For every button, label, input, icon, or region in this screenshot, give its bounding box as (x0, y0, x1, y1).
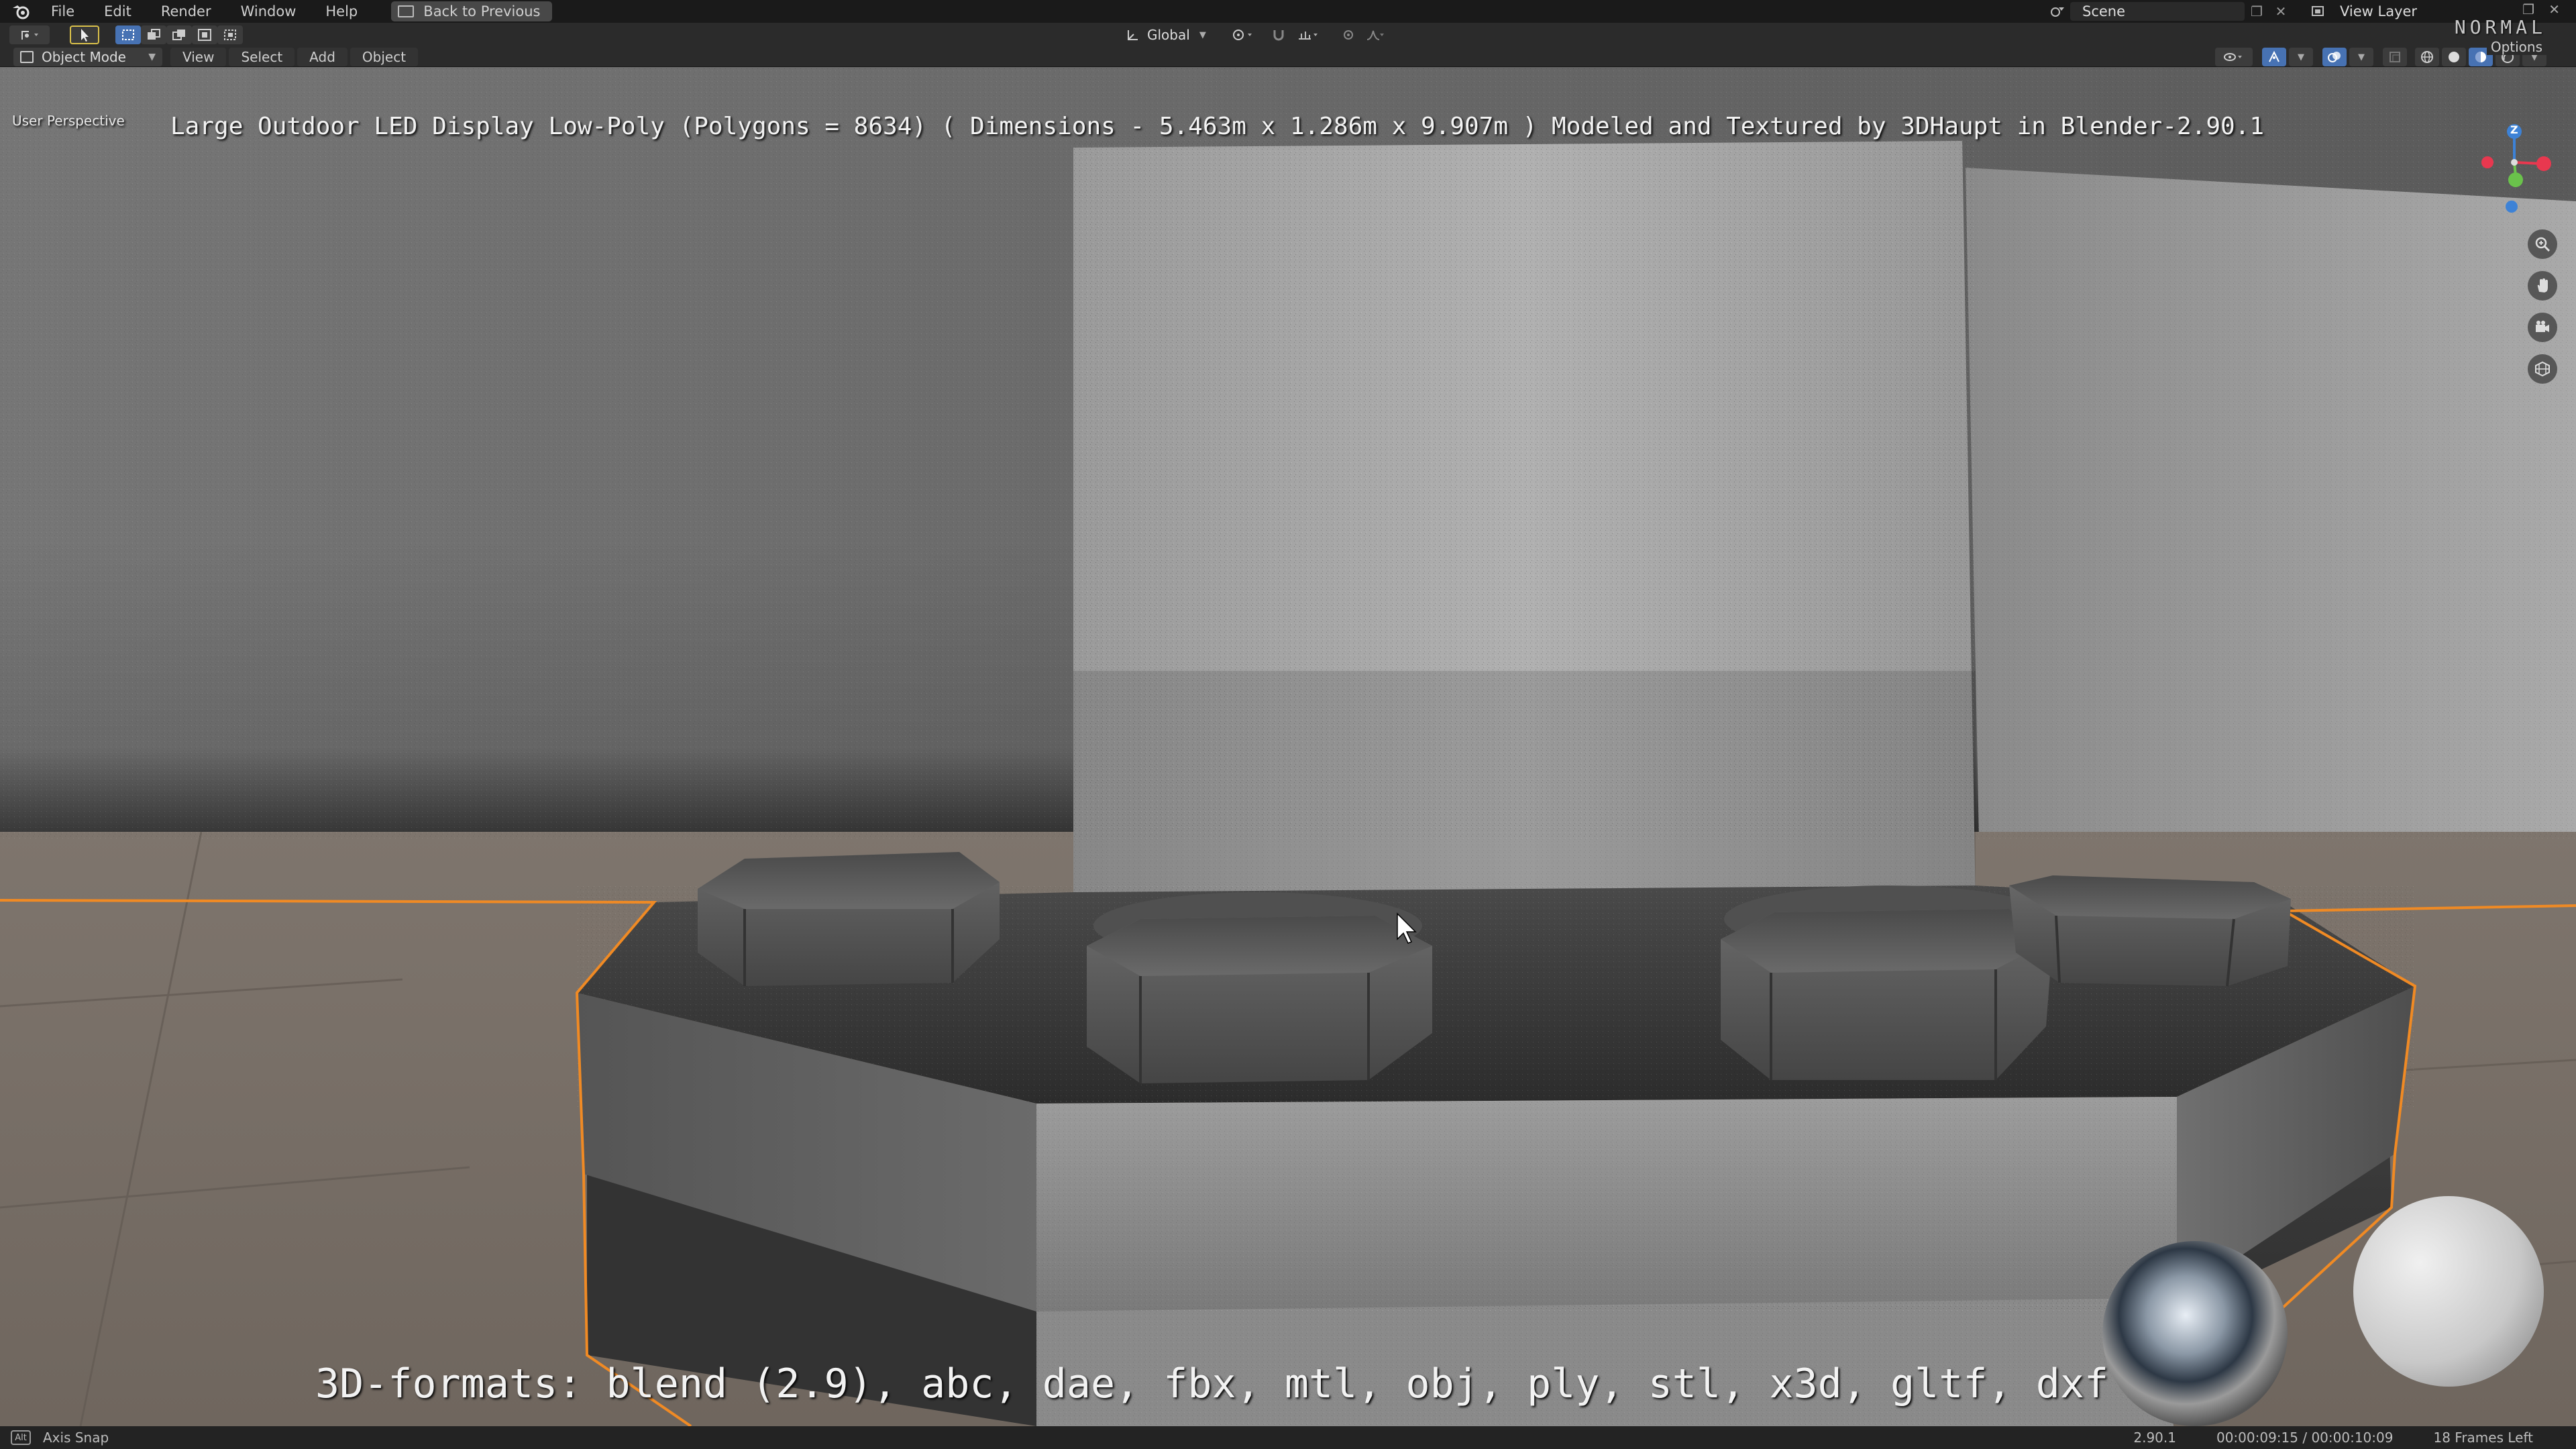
view-layer-browse-icon[interactable] (2306, 2, 2330, 21)
visibility-icon[interactable] (2215, 48, 2253, 66)
menu-view[interactable]: View (170, 48, 227, 66)
menu-file[interactable]: File (36, 0, 89, 23)
transform-controls: Global ▼ (1120, 25, 1390, 44)
editor-type-icon[interactable] (9, 25, 50, 44)
select-extend-icon[interactable] (141, 25, 166, 44)
snap-toggle-icon[interactable] (1267, 25, 1291, 44)
options-button[interactable]: Options (2486, 39, 2546, 55)
scene-selector-area: Scene ❐ ✕ View Layer (2046, 0, 2491, 23)
back-to-previous-label: Back to Previous (423, 3, 541, 19)
model-title-overlay: Large Outdoor LED Display Low-Poly (Poly… (170, 113, 2265, 140)
select-new-icon[interactable] (115, 25, 141, 44)
overlays-dropdown-icon[interactable]: ▼ (2349, 48, 2373, 66)
hex-nut-4 (2009, 875, 2291, 987)
object-mode-icon (20, 51, 34, 63)
xray-toggle-icon[interactable] (2383, 48, 2407, 66)
overlay-mode-label: NORMAL (2454, 16, 2546, 38)
hex-nut-2 (1087, 892, 1432, 1083)
select-invert-icon[interactable] (192, 25, 217, 44)
3d-scene-render (0, 67, 2576, 1426)
snap-target-icon[interactable] (1291, 25, 1327, 44)
orientation-axes-icon (1128, 30, 1138, 40)
frames-left: 18 Frames Left (2433, 1430, 2533, 1446)
scene-close-icon[interactable]: ✕ (2269, 2, 2293, 21)
alt-key-icon: Alt (11, 1430, 31, 1445)
hex-nut-1 (698, 852, 1000, 986)
solid-shading-icon[interactable] (2442, 48, 2466, 66)
perspective-label: User Perspective (12, 113, 125, 129)
axis-snap-hint: Axis Snap (43, 1430, 109, 1446)
back-to-previous-button[interactable]: Back to Previous (391, 1, 553, 21)
wireframe-shading-icon[interactable] (2415, 48, 2439, 66)
scene-name: Scene (2082, 3, 2126, 19)
hex-nut-3 (1721, 885, 2053, 1080)
menu-help[interactable]: Help (311, 0, 372, 23)
hdri-chrome-sphere (2102, 1241, 2288, 1426)
overlays-toggle-icon[interactable] (2322, 48, 2347, 66)
chevron-down-icon: ▼ (148, 52, 156, 62)
select-intersect-icon[interactable] (217, 25, 243, 44)
view-layer-name: View Layer (2340, 3, 2418, 19)
transform-orientation-value: Global (1147, 27, 1190, 43)
pan-hand-icon[interactable] (2528, 271, 2557, 301)
menu-add[interactable]: Add (297, 48, 347, 66)
screen-icon (398, 5, 415, 17)
formats-overlay: 3D-formats: blend (2.9), abc, dae, fbx, … (315, 1360, 2109, 1407)
scene-browse-icon[interactable] (2046, 2, 2070, 21)
window-close-icon[interactable]: ✕ (2548, 1, 2560, 17)
select-tool-icon[interactable] (70, 25, 99, 44)
orthographic-grid-icon[interactable] (2528, 354, 2557, 384)
transform-orientation-select[interactable]: Global ▼ (1120, 25, 1212, 44)
menu-edit[interactable]: Edit (89, 0, 146, 23)
pivot-point-icon[interactable] (1225, 25, 1261, 44)
proportional-edit-icon[interactable] (1336, 25, 1360, 44)
status-right: 2.90.1 00:00:09:15 / 00:00:10:09 18 Fram… (2133, 1430, 2533, 1446)
gizmo-z-label: Z (2510, 123, 2518, 136)
tool-settings-row: Global ▼ (0, 23, 2576, 47)
object-mode-select[interactable]: Object Mode ▼ (13, 48, 162, 66)
viewport-header: Global ▼ Object Mode ▼ View Select Add O… (0, 23, 2576, 67)
menu-select[interactable]: Select (229, 48, 295, 66)
navigation-gizmo[interactable]: Z (2469, 114, 2563, 215)
zoom-tool-icon[interactable] (2528, 229, 2557, 259)
menu-render[interactable]: Render (146, 0, 226, 23)
blender-logo-icon[interactable] (7, 0, 36, 23)
blender-version: 2.90.1 (2133, 1430, 2176, 1446)
scene-name-field[interactable]: Scene (2070, 2, 2245, 21)
scene-copy-icon[interactable]: ❐ (2245, 2, 2269, 21)
menu-object[interactable]: Object (350, 48, 419, 66)
gizmos-toggle-icon[interactable] (2262, 48, 2286, 66)
object-mode-value: Object Mode (42, 49, 126, 65)
window-restore-icon[interactable]: ❐ (2522, 1, 2534, 17)
hdri-diffuse-sphere (2353, 1196, 2544, 1387)
3d-viewport[interactable]: User Perspective Large Outdoor LED Displ… (0, 67, 2576, 1426)
select-subtract-icon[interactable] (166, 25, 192, 44)
timecode: 00:00:09:15 / 00:00:10:09 (2216, 1430, 2394, 1446)
top-menu-bar: File Edit Render Window Help Back to Pre… (0, 0, 2576, 23)
gizmos-dropdown-icon[interactable]: ▼ (2289, 48, 2313, 66)
falloff-curve-icon[interactable] (1360, 25, 1390, 44)
status-bar: Alt Axis Snap 2.90.1 00:00:09:15 / 00:00… (0, 1426, 2576, 1449)
header-menus-row: Object Mode ▼ View Select Add Object ▼ ▼ (0, 47, 2576, 67)
camera-view-icon[interactable] (2528, 313, 2557, 342)
menu-window[interactable]: Window (226, 0, 311, 23)
